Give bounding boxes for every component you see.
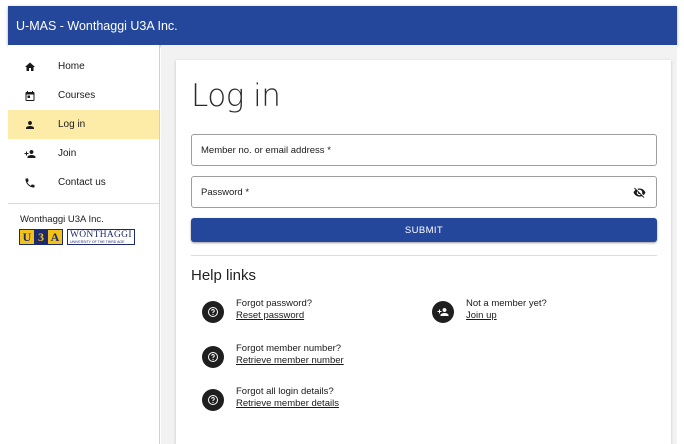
person-add-icon [24, 148, 36, 160]
person-icon [24, 119, 36, 131]
submit-button[interactable]: SUBMIT [191, 218, 657, 242]
nav-item-courses[interactable]: Courses [8, 81, 159, 110]
login-card: Log in Member no. or email address * Pas… [176, 60, 671, 444]
password-field[interactable]: Password * [191, 176, 657, 208]
member-field-label: Member no. or email address * [201, 144, 331, 156]
help-icon [202, 346, 224, 368]
nav-list: Home Courses Log in Join Contact us [8, 45, 159, 197]
nav-item-label: Log in [58, 119, 86, 130]
logo-name: WONTHAGGI [70, 229, 132, 240]
home-icon [24, 61, 36, 73]
help-item-forgot-number: Forgot member number? Retrieve member nu… [202, 343, 344, 368]
help-item-forgot-all: Forgot all login details? Retrieve membe… [202, 386, 339, 411]
app-title: U-MAS - Wonthaggi U3A Inc. [16, 18, 178, 33]
sidebar: Home Courses Log in Join Contact us Wont… [8, 45, 160, 444]
help-question: Not a member yet? [466, 298, 547, 309]
nav-item-contact[interactable]: Contact us [8, 168, 159, 197]
nav-item-label: Home [58, 61, 85, 72]
retrieve-member-details-link[interactable]: Retrieve member details [236, 398, 339, 410]
help-links-title: Help links [191, 267, 257, 284]
nav-item-label: Courses [58, 90, 96, 101]
nav-item-home[interactable]: Home [8, 52, 159, 81]
join-up-link[interactable]: Join up [466, 310, 547, 322]
help-question: Forgot all login details? [236, 386, 334, 397]
card-divider [191, 255, 657, 256]
help-icon [202, 389, 224, 411]
page-title: Log in [191, 78, 281, 114]
help-item-forgot-password: Forgot password? Reset password [202, 298, 312, 323]
nav-item-login[interactable]: Log in [8, 110, 159, 139]
help-item-not-member: Not a member yet? Join up [432, 298, 547, 323]
calendar-icon [24, 90, 36, 102]
nav-item-label: Contact us [58, 177, 106, 188]
logo-wordmark: WONTHAGGI UNIVERSITY OF THE THIRD AGE [67, 229, 135, 245]
logo-mark: U 3 A [19, 229, 63, 245]
member-field[interactable]: Member no. or email address * [191, 134, 657, 166]
help-question: Forgot password? [236, 298, 313, 309]
visibility-off-icon[interactable] [633, 186, 646, 199]
nav-item-join[interactable]: Join [8, 139, 159, 168]
u3a-logo: U 3 A WONTHAGGI UNIVERSITY OF THE THIRD … [19, 229, 159, 245]
nav-item-label: Join [58, 148, 77, 159]
logo-letter: 3 [34, 230, 48, 244]
retrieve-member-number-link[interactable]: Retrieve member number [236, 355, 344, 367]
password-field-label: Password * [201, 186, 250, 198]
help-icon [202, 301, 224, 323]
logo-letter: A [48, 230, 62, 244]
person-add-icon [432, 301, 454, 323]
help-question: Forgot member number? [236, 343, 342, 354]
logo-letter: U [20, 230, 34, 244]
reset-password-link[interactable]: Reset password [236, 310, 312, 322]
org-name: Wonthaggi U3A Inc. [20, 214, 104, 225]
phone-icon [24, 177, 36, 189]
logo-tagline: UNIVERSITY OF THE THIRD AGE [70, 239, 125, 244]
app-bar: U-MAS - Wonthaggi U3A Inc. [8, 6, 677, 45]
